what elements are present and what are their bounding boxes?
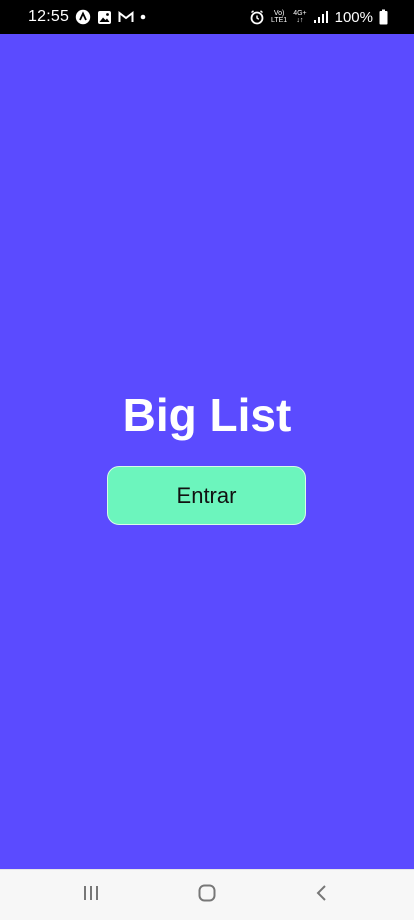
back-icon (313, 884, 331, 907)
gmail-icon (118, 10, 134, 24)
back-button[interactable] (292, 870, 352, 920)
network-gen-indicator: 4G+ ↓↑ (293, 10, 306, 24)
gallery-icon (97, 10, 112, 25)
network-activity-icon: ↓↑ (296, 17, 304, 24)
status-right: Vo) LTE1 4G+ ↓↑ 100% (249, 0, 388, 34)
notification-dot-icon (140, 14, 146, 20)
recent-apps-button[interactable] (61, 870, 121, 920)
network-top-text: Vo) (273, 10, 285, 17)
page-title: Big List (122, 389, 292, 441)
main-content: Big List Entrar (0, 34, 414, 870)
alarm-icon (249, 9, 265, 25)
status-left: 12:55 (28, 0, 146, 34)
signal-icon (313, 10, 329, 24)
navigation-bar (0, 869, 414, 920)
recent-apps-icon (82, 884, 100, 907)
network-bottom-text: LTE1 (270, 17, 288, 24)
android-icon (75, 9, 91, 25)
home-icon (197, 883, 217, 908)
app-screen: 12:55 Vo) LTE1 4G+ ↓↑ 100% Big List Entr… (0, 0, 414, 920)
battery-percentage: 100% (334, 8, 373, 26)
battery-icon (379, 9, 388, 25)
status-time: 12:55 (28, 8, 70, 25)
enter-button[interactable]: Entrar (107, 466, 306, 525)
home-button[interactable] (177, 870, 237, 920)
network-gen-text: 4G+ (293, 10, 307, 17)
network-indicator: Vo) LTE1 (271, 10, 287, 24)
status-bar: 12:55 Vo) LTE1 4G+ ↓↑ 100% (0, 0, 414, 34)
